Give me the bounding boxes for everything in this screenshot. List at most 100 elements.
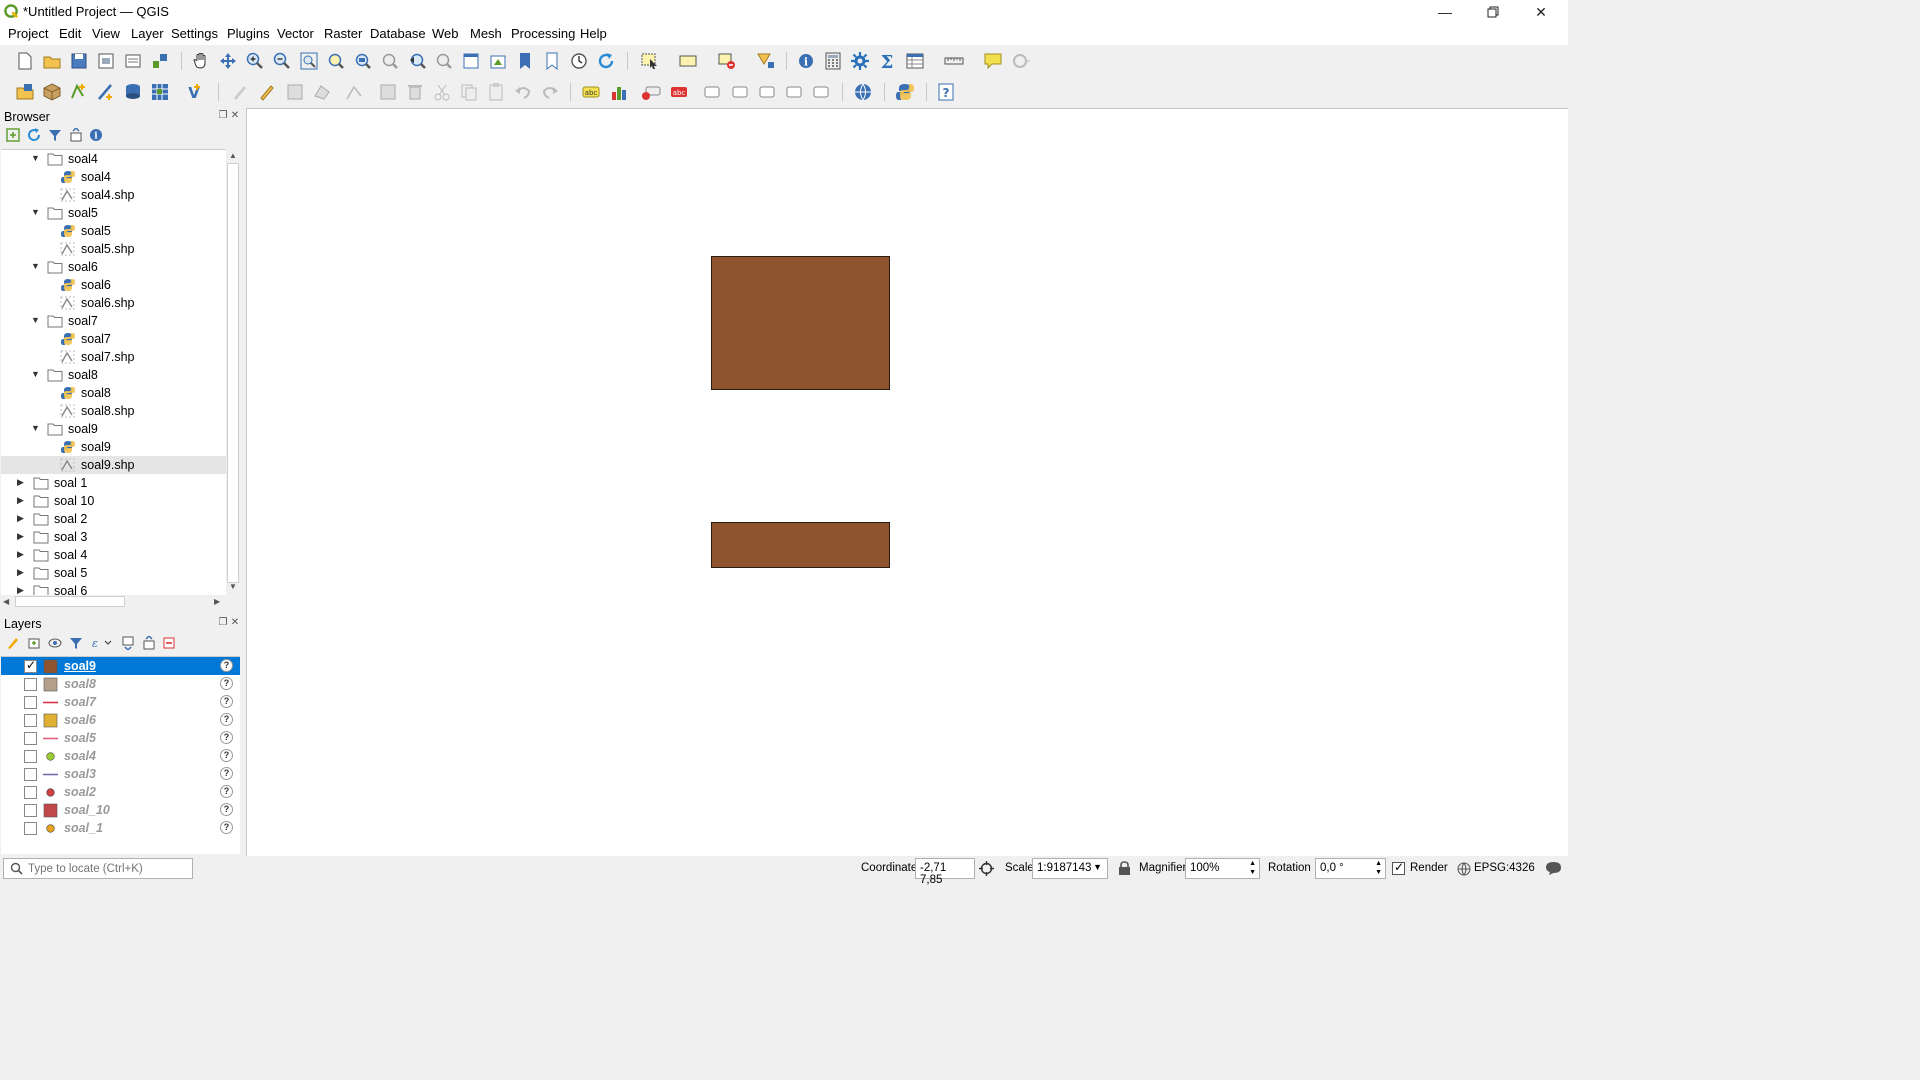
layer-visibility-checkbox[interactable]	[24, 768, 37, 781]
collapse-all-icon[interactable]	[69, 128, 83, 142]
chevron-right-icon[interactable]: ▶	[17, 567, 27, 578]
layer-item[interactable]: soal8?	[1, 675, 240, 693]
vertex-tool-icon[interactable]	[344, 82, 364, 102]
unknown-crs-icon[interactable]: ?	[220, 767, 233, 780]
zoom-native-icon[interactable]	[380, 51, 400, 71]
chevron-down-icon[interactable]: ▼	[31, 369, 41, 379]
unknown-crs-icon[interactable]: ?	[220, 713, 233, 726]
menu-layer[interactable]: Layer	[131, 26, 164, 41]
zoom-last-icon[interactable]	[407, 51, 427, 71]
unknown-crs-icon[interactable]: ?	[220, 731, 233, 744]
layer-item[interactable]: soal2?	[1, 783, 240, 801]
browser-tree-item[interactable]: soal6.shp	[1, 294, 226, 312]
undo-icon[interactable]	[513, 82, 533, 102]
redo-icon[interactable]	[540, 82, 560, 102]
identify-features-icon[interactable]: i	[796, 51, 816, 71]
crs-label[interactable]: EPSG:4326	[1474, 862, 1535, 874]
browser-tree-item[interactable]: soal6	[1, 276, 226, 294]
new-temporary-layer-icon[interactable]	[123, 82, 143, 102]
hscrollbar-thumb[interactable]	[15, 596, 125, 607]
new-geopackage-layer-icon[interactable]	[42, 82, 62, 102]
unknown-crs-icon[interactable]: ?	[220, 749, 233, 762]
refresh-icon[interactable]	[596, 51, 616, 71]
browser-tree-item[interactable]: ▶ soal 10	[1, 492, 226, 510]
save-project-icon[interactable]	[69, 51, 89, 71]
chevron-right-icon[interactable]: ▶	[17, 513, 27, 524]
zoom-next-icon[interactable]	[434, 51, 454, 71]
browser-tree-item[interactable]: soal8.shp	[1, 402, 226, 420]
statistical-summary-icon[interactable]: Σ	[877, 51, 897, 71]
browser-tree-item[interactable]: soal4	[1, 168, 226, 186]
collapse-all-layers-icon[interactable]	[142, 636, 156, 650]
chevron-right-icon[interactable]: ▶	[17, 495, 27, 506]
menu-mesh[interactable]: Mesh	[470, 26, 502, 41]
refresh-browser-icon[interactable]	[27, 128, 41, 142]
new-spatial-bookmark-icon[interactable]	[515, 51, 535, 71]
save-layer-edits-icon[interactable]	[285, 82, 305, 102]
filter-browser-icon[interactable]	[48, 128, 62, 142]
highlight-pinned-labels-icon[interactable]: abc	[669, 82, 689, 102]
remove-layer-icon[interactable]	[162, 636, 176, 650]
render-checkbox[interactable]: ✓	[1392, 860, 1405, 875]
locator-input[interactable]	[28, 861, 188, 876]
browser-vscrollbar[interactable]: ▲ ▼	[226, 149, 240, 595]
scroll-up-icon[interactable]: ▲	[228, 151, 238, 161]
properties-widget-icon[interactable]: i	[89, 128, 103, 142]
close-icon[interactable]: ✕	[1518, 0, 1564, 24]
float-panel-icon[interactable]: ❐	[218, 111, 228, 121]
zoom-to-layer-icon[interactable]	[353, 51, 373, 71]
layer-visibility-checkbox[interactable]	[24, 786, 37, 799]
metasearch-icon[interactable]	[853, 82, 873, 102]
add-raster-layer-icon[interactable]	[150, 82, 170, 102]
layer-visibility-checkbox[interactable]	[24, 714, 37, 727]
restore-icon[interactable]	[1470, 0, 1516, 24]
close-panel-icon[interactable]: ✕	[230, 618, 240, 628]
cut-features-icon[interactable]	[432, 82, 452, 102]
select-by-value-icon[interactable]	[678, 51, 698, 71]
browser-tree-item[interactable]: ▼ soal7	[1, 312, 226, 330]
browser-tree-item[interactable]: ▶ soal 3	[1, 528, 226, 546]
toggle-editing-icon[interactable]	[257, 82, 277, 102]
unknown-crs-icon[interactable]: ?	[220, 785, 233, 798]
new-project-icon[interactable]	[15, 51, 35, 71]
menu-project[interactable]: Project	[8, 26, 48, 41]
rotate-label-icon[interactable]	[730, 82, 750, 102]
manage-map-themes-icon[interactable]	[48, 636, 64, 650]
scroll-right-icon[interactable]: ▶	[214, 597, 224, 607]
new-shapefile-layer-icon[interactable]	[69, 82, 89, 102]
menu-help[interactable]: Help	[580, 26, 607, 41]
open-field-calculator-icon[interactable]	[823, 51, 843, 71]
browser-tree-item[interactable]: ▶ soal 1	[1, 474, 226, 492]
layer-diagram-icon[interactable]	[609, 82, 629, 102]
add-selected-layers-icon[interactable]	[6, 128, 20, 142]
browser-tree-item[interactable]: ▶ soal 4	[1, 546, 226, 564]
layer-visibility-checkbox[interactable]	[24, 696, 37, 709]
processing-toolbox-icon[interactable]	[850, 51, 870, 71]
paste-features-icon[interactable]	[486, 82, 506, 102]
pan-to-selection-icon[interactable]	[218, 51, 238, 71]
current-edits-icon[interactable]	[230, 82, 250, 102]
menu-edit[interactable]: Edit	[59, 26, 81, 41]
browser-tree-item[interactable]: soal9.shp	[1, 456, 226, 474]
browser-tree-item[interactable]: soal8	[1, 384, 226, 402]
browser-tree[interactable]: ▼ soal4 soal4 soal4.shp ▼ soal5 soal5 soal5.shp…	[1, 149, 226, 595]
menu-plugins[interactable]: Plugins	[227, 26, 270, 41]
map-feature-polygon[interactable]	[711, 522, 890, 568]
layer-visibility-checkbox[interactable]	[24, 804, 37, 817]
map-tips-icon[interactable]	[983, 51, 1003, 71]
menu-raster[interactable]: Raster	[324, 26, 362, 41]
new-spatialite-layer-icon[interactable]	[96, 82, 116, 102]
chevron-right-icon[interactable]: ▶	[17, 549, 27, 560]
measure-line-icon[interactable]	[944, 51, 964, 71]
layer-visibility-checkbox[interactable]	[24, 678, 37, 691]
browser-tree-item[interactable]: ▼ soal9	[1, 420, 226, 438]
layer-item[interactable]: soal9?	[1, 657, 240, 675]
zoom-in-icon[interactable]	[245, 51, 265, 71]
open-project-icon[interactable]	[42, 51, 62, 71]
add-group-icon[interactable]	[27, 636, 41, 650]
layer-visibility-checkbox[interactable]	[24, 732, 37, 745]
zoom-out-icon[interactable]	[272, 51, 292, 71]
browser-tree-item[interactable]: ▶ soal 5	[1, 564, 226, 582]
browser-tree-item[interactable]: soal5	[1, 222, 226, 240]
scrollbar-thumb[interactable]	[227, 163, 239, 583]
